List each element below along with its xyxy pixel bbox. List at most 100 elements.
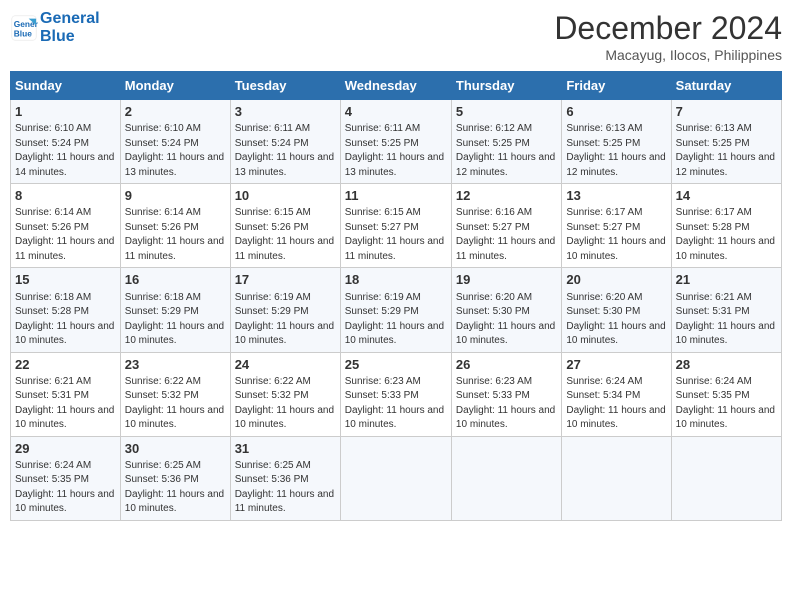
logo-line2: Blue bbox=[40, 28, 100, 46]
header-wednesday: Wednesday bbox=[340, 72, 451, 100]
calendar-cell bbox=[671, 436, 781, 520]
calendar-cell: 8Sunrise: 6:14 AMSunset: 5:26 PMDaylight… bbox=[11, 184, 121, 268]
day-number: 7 bbox=[676, 103, 777, 121]
svg-text:Blue: Blue bbox=[14, 28, 32, 38]
calendar-cell: 2Sunrise: 6:10 AMSunset: 5:24 PMDaylight… bbox=[120, 100, 230, 184]
title-block: December 2024 Macayug, Ilocos, Philippin… bbox=[554, 10, 782, 63]
day-content: Sunrise: 6:23 AMSunset: 5:33 PMDaylight:… bbox=[456, 375, 557, 433]
day-number: 20 bbox=[566, 271, 666, 289]
day-number: 19 bbox=[456, 271, 557, 289]
calendar-cell: 28Sunrise: 6:24 AMSunset: 5:35 PMDayligh… bbox=[671, 352, 781, 436]
day-number: 3 bbox=[235, 103, 336, 121]
day-content: Sunrise: 6:21 AMSunset: 5:31 PMDaylight:… bbox=[676, 291, 777, 349]
calendar-cell: 27Sunrise: 6:24 AMSunset: 5:34 PMDayligh… bbox=[562, 352, 671, 436]
day-number: 16 bbox=[125, 271, 226, 289]
day-content: Sunrise: 6:14 AMSunset: 5:26 PMDaylight:… bbox=[15, 206, 116, 264]
day-number: 28 bbox=[676, 356, 777, 374]
calendar-cell: 22Sunrise: 6:21 AMSunset: 5:31 PMDayligh… bbox=[11, 352, 121, 436]
day-content: Sunrise: 6:14 AMSunset: 5:26 PMDaylight:… bbox=[125, 206, 226, 264]
calendar-cell: 4Sunrise: 6:11 AMSunset: 5:25 PMDaylight… bbox=[340, 100, 451, 184]
calendar-cell: 23Sunrise: 6:22 AMSunset: 5:32 PMDayligh… bbox=[120, 352, 230, 436]
day-number: 6 bbox=[566, 103, 666, 121]
day-number: 25 bbox=[345, 356, 447, 374]
calendar-cell: 26Sunrise: 6:23 AMSunset: 5:33 PMDayligh… bbox=[451, 352, 561, 436]
header-sunday: Sunday bbox=[11, 72, 121, 100]
day-content: Sunrise: 6:13 AMSunset: 5:25 PMDaylight:… bbox=[566, 122, 666, 180]
day-number: 23 bbox=[125, 356, 226, 374]
calendar-cell: 20 Sunrise: 6:20 AMSunset: 5:30 PMDayligh… bbox=[562, 268, 671, 352]
calendar-cell: 17 Sunrise: 6:19 AMSunset: 5:29 PMDayligh… bbox=[230, 268, 340, 352]
day-number: 9 bbox=[125, 187, 226, 205]
header-tuesday: Tuesday bbox=[230, 72, 340, 100]
day-content: Sunrise: 6:24 AMSunset: 5:35 PMDaylight:… bbox=[676, 375, 777, 433]
day-content: Sunrise: 6:22 AMSunset: 5:32 PMDaylight:… bbox=[125, 375, 226, 433]
day-number: 18 bbox=[345, 271, 447, 289]
calendar-cell: 9Sunrise: 6:14 AMSunset: 5:26 PMDaylight… bbox=[120, 184, 230, 268]
header-monday: Monday bbox=[120, 72, 230, 100]
day-content: Sunrise: 6:10 AMSunset: 5:24 PMDaylight:… bbox=[125, 122, 226, 180]
calendar-cell: 12Sunrise: 6:16 AMSunset: 5:27 PMDayligh… bbox=[451, 184, 561, 268]
day-content: Sunrise: 6:16 AMSunset: 5:27 PMDaylight:… bbox=[456, 206, 557, 264]
day-content: Sunrise: 6:18 AMSunset: 5:28 PMDaylight:… bbox=[15, 291, 116, 349]
logo-line1: General bbox=[40, 10, 100, 28]
day-number: 5 bbox=[456, 103, 557, 121]
day-number: 31 bbox=[235, 440, 336, 458]
day-content: Sunrise: 6:25 AMSunset: 5:36 PMDaylight:… bbox=[235, 459, 336, 517]
day-content: Sunrise: 6:11 AMSunset: 5:25 PMDaylight:… bbox=[345, 122, 447, 180]
day-number: 27 bbox=[566, 356, 666, 374]
day-content: Sunrise: 6:13 AMSunset: 5:25 PMDaylight:… bbox=[676, 122, 777, 180]
page-header: General Blue General Blue December 2024 … bbox=[10, 10, 782, 63]
calendar-cell: 11Sunrise: 6:15 AMSunset: 5:27 PMDayligh… bbox=[340, 184, 451, 268]
logo-icon: General Blue bbox=[10, 14, 38, 42]
day-content: Sunrise: 6:12 AMSunset: 5:25 PMDaylight:… bbox=[456, 122, 557, 180]
header-thursday: Thursday bbox=[451, 72, 561, 100]
calendar-header-row: SundayMondayTuesdayWednesdayThursdayFrid… bbox=[11, 72, 782, 100]
calendar-cell: 18 Sunrise: 6:19 AMSunset: 5:29 PMDayligh… bbox=[340, 268, 451, 352]
day-number: 17 bbox=[235, 271, 336, 289]
day-content: Sunrise: 6:17 AMSunset: 5:28 PMDaylight:… bbox=[676, 206, 777, 264]
day-number: 30 bbox=[125, 440, 226, 458]
calendar-cell bbox=[340, 436, 451, 520]
calendar-table: SundayMondayTuesdayWednesdayThursdayFrid… bbox=[10, 71, 782, 521]
calendar-cell: 16Sunrise: 6:18 AMSunset: 5:29 PMDayligh… bbox=[120, 268, 230, 352]
day-number: 21 bbox=[676, 271, 777, 289]
day-content: Sunrise: 6:10 AMSunset: 5:24 PMDaylight:… bbox=[15, 122, 116, 180]
day-number: 29 bbox=[15, 440, 116, 458]
day-content: Sunrise: 6:17 AMSunset: 5:27 PMDaylight:… bbox=[566, 206, 666, 264]
calendar-cell: 30Sunrise: 6:25 AMSunset: 5:36 PMDayligh… bbox=[120, 436, 230, 520]
day-content: Sunrise: 6:15 AMSunset: 5:27 PMDaylight:… bbox=[345, 206, 447, 264]
day-number: 24 bbox=[235, 356, 336, 374]
day-content: Sunrise: 6:20 AMSunset: 5:30 PMDaylight:… bbox=[566, 291, 666, 349]
calendar-cell: 14Sunrise: 6:17 AMSunset: 5:28 PMDayligh… bbox=[671, 184, 781, 268]
calendar-row: 8Sunrise: 6:14 AMSunset: 5:26 PMDaylight… bbox=[11, 184, 782, 268]
day-content: Sunrise: 6:15 AMSunset: 5:26 PMDaylight:… bbox=[235, 206, 336, 264]
header-friday: Friday bbox=[562, 72, 671, 100]
day-content: Sunrise: 6:23 AMSunset: 5:33 PMDaylight:… bbox=[345, 375, 447, 433]
logo: General Blue General Blue bbox=[10, 10, 100, 45]
calendar-row: 29Sunrise: 6:24 AMSunset: 5:35 PMDayligh… bbox=[11, 436, 782, 520]
calendar-cell bbox=[562, 436, 671, 520]
calendar-cell: 15Sunrise: 6:18 AMSunset: 5:28 PMDayligh… bbox=[11, 268, 121, 352]
day-content: Sunrise: 6:24 AMSunset: 5:35 PMDaylight:… bbox=[15, 459, 116, 517]
calendar-cell: 10Sunrise: 6:15 AMSunset: 5:26 PMDayligh… bbox=[230, 184, 340, 268]
day-number: 2 bbox=[125, 103, 226, 121]
calendar-cell: 19 Sunrise: 6:20 AMSunset: 5:30 PMDayligh… bbox=[451, 268, 561, 352]
day-content: Sunrise: 6:19 AMSunset: 5:29 PMDaylight:… bbox=[345, 291, 447, 349]
day-content: Sunrise: 6:21 AMSunset: 5:31 PMDaylight:… bbox=[15, 375, 116, 433]
calendar-cell: 7Sunrise: 6:13 AMSunset: 5:25 PMDaylight… bbox=[671, 100, 781, 184]
calendar-cell: 6Sunrise: 6:13 AMSunset: 5:25 PMDaylight… bbox=[562, 100, 671, 184]
calendar-row: 15Sunrise: 6:18 AMSunset: 5:28 PMDayligh… bbox=[11, 268, 782, 352]
day-number: 12 bbox=[456, 187, 557, 205]
location-title: Macayug, Ilocos, Philippines bbox=[554, 47, 782, 63]
calendar-cell: 13Sunrise: 6:17 AMSunset: 5:27 PMDayligh… bbox=[562, 184, 671, 268]
day-content: Sunrise: 6:19 AMSunset: 5:29 PMDaylight:… bbox=[235, 291, 336, 349]
day-number: 11 bbox=[345, 187, 447, 205]
calendar-cell: 3Sunrise: 6:11 AMSunset: 5:24 PMDaylight… bbox=[230, 100, 340, 184]
day-content: Sunrise: 6:11 AMSunset: 5:24 PMDaylight:… bbox=[235, 122, 336, 180]
day-content: Sunrise: 6:20 AMSunset: 5:30 PMDaylight:… bbox=[456, 291, 557, 349]
calendar-cell: 31Sunrise: 6:25 AMSunset: 5:36 PMDayligh… bbox=[230, 436, 340, 520]
calendar-cell bbox=[451, 436, 561, 520]
month-title: December 2024 bbox=[554, 10, 782, 47]
calendar-cell: 5Sunrise: 6:12 AMSunset: 5:25 PMDaylight… bbox=[451, 100, 561, 184]
day-number: 1 bbox=[15, 103, 116, 121]
